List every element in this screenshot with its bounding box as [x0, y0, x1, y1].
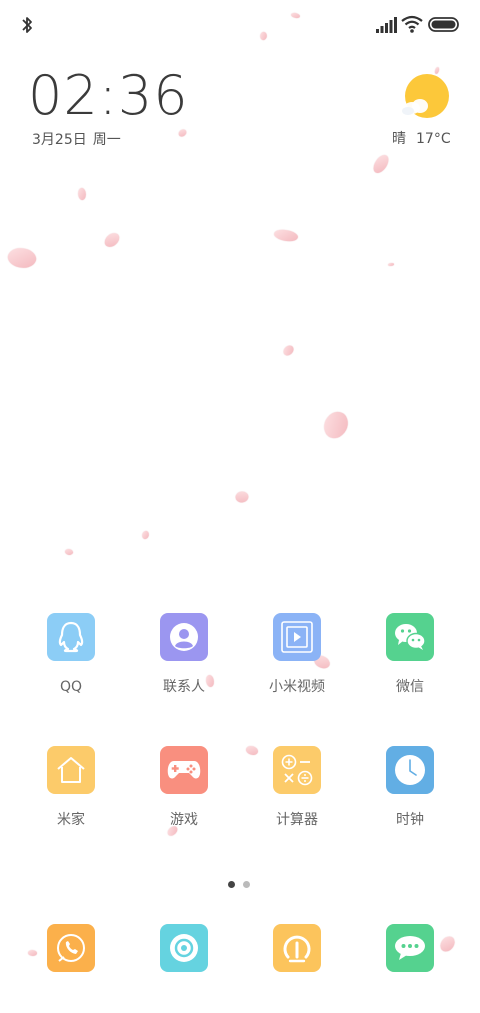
- petal: [318, 408, 354, 442]
- clock-date[interactable]: 3月25日 周一: [32, 129, 127, 149]
- petal: [5, 243, 39, 273]
- wechat-icon: [386, 613, 434, 661]
- petal: [64, 547, 74, 557]
- battery-icon: [428, 17, 459, 32]
- gamepad-icon: [160, 746, 208, 794]
- app-label: 小米视频: [269, 679, 325, 695]
- camera-icon: [160, 924, 208, 972]
- petal: [388, 263, 394, 266]
- weekday-text: 周一: [92, 132, 121, 148]
- home-icon: [47, 746, 95, 794]
- browser-icon: [273, 924, 321, 972]
- weather-info[interactable]: 晴 17°C: [392, 128, 451, 148]
- app-label: 时钟: [396, 812, 424, 828]
- petal: [233, 488, 251, 506]
- calculator-icon: [273, 746, 321, 794]
- petal: [281, 344, 296, 357]
- dock-messages[interactable]: [360, 924, 460, 972]
- dock-browser[interactable]: [247, 924, 347, 972]
- contacts-icon: [160, 613, 208, 661]
- phone-icon: [47, 924, 95, 972]
- date-text: 3月25日: [32, 132, 87, 148]
- app-mijia[interactable]: 米家: [21, 746, 121, 829]
- app-label: 联系人: [163, 679, 205, 695]
- signal-icon: [376, 17, 397, 33]
- messages-icon: [386, 924, 434, 972]
- qq-icon: [47, 613, 95, 661]
- bluetooth-icon: [22, 17, 32, 33]
- weather-temperature: 17°C: [416, 131, 451, 147]
- app-label: 游戏: [170, 812, 198, 828]
- clock-icon: [386, 746, 434, 794]
- app-calculator[interactable]: 计算器: [247, 746, 347, 829]
- app-label: 微信: [396, 679, 424, 695]
- petal: [102, 230, 122, 250]
- petal: [141, 530, 150, 540]
- petal: [371, 152, 391, 176]
- app-games[interactable]: 游戏: [134, 746, 234, 829]
- app-label: QQ: [59, 679, 83, 695]
- petal: [76, 187, 88, 201]
- sunny-icon[interactable]: [398, 72, 452, 124]
- dock-camera[interactable]: [134, 924, 234, 972]
- petal: [272, 227, 300, 244]
- app-mi-video[interactable]: 小米视频: [247, 613, 347, 696]
- wifi-icon: [401, 15, 423, 33]
- weather-condition: 晴: [392, 131, 406, 147]
- app-wechat[interactable]: 微信: [360, 613, 460, 696]
- page-dot-active[interactable]: [228, 881, 235, 888]
- page-dot[interactable]: [243, 881, 250, 888]
- app-contacts[interactable]: 联系人: [134, 613, 234, 696]
- petal: [177, 127, 188, 139]
- video-icon: [273, 613, 321, 661]
- clock-time[interactable]: 02:36: [28, 64, 189, 128]
- status-bar: [0, 0, 480, 50]
- app-label: 米家: [57, 812, 85, 828]
- page-indicator[interactable]: [228, 873, 258, 892]
- app-qq[interactable]: QQ: [21, 613, 121, 696]
- dock-phone[interactable]: [21, 924, 121, 972]
- app-clock[interactable]: 时钟: [360, 746, 460, 829]
- app-label: 计算器: [276, 812, 318, 828]
